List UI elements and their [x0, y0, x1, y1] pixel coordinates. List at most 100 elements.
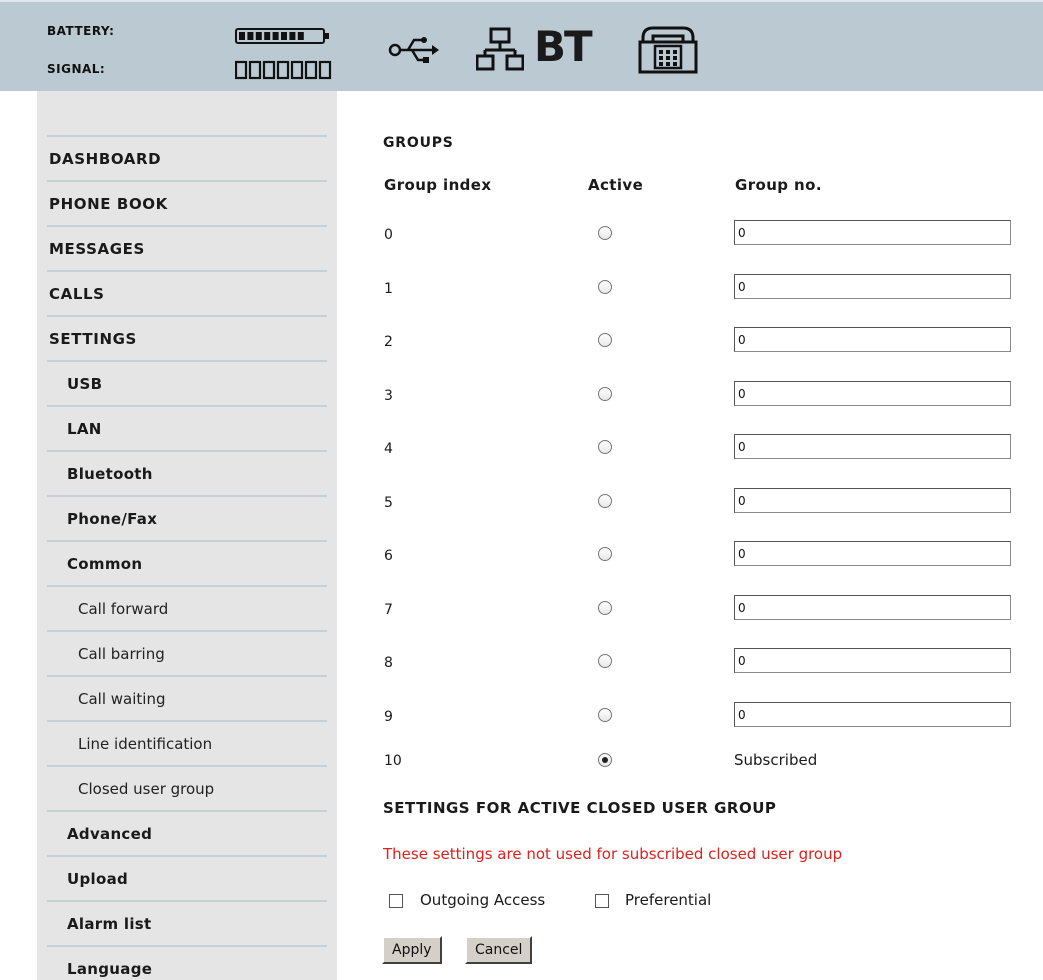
- sidebar-item-settings[interactable]: SETTINGS: [47, 315, 327, 360]
- top-status-bar: BATTERY: SIGNAL: BT: [0, 0, 1043, 91]
- sidebar-item-messages[interactable]: MESSAGES: [47, 225, 327, 270]
- active-radio-9[interactable]: [598, 708, 612, 722]
- section-title: SETTINGS FOR ACTIVE CLOSED USER GROUP: [383, 799, 777, 817]
- group-no-field-9[interactable]: [734, 702, 1011, 727]
- signal-bar: [318, 60, 332, 80]
- group-no-field-3[interactable]: [734, 381, 1011, 406]
- group-index-3: 3: [384, 388, 393, 404]
- group-no-field-7[interactable]: [734, 595, 1011, 620]
- sidebar-item-common[interactable]: Common: [47, 540, 327, 585]
- active-radio-10[interactable]: [598, 753, 612, 767]
- sidebar-item-label: Common: [67, 554, 143, 573]
- closed-user-group-panel: GROUPS Group index Active Group no. 0 1 2 3…: [337, 91, 1043, 980]
- group-no-field-2[interactable]: [734, 327, 1011, 352]
- group-no-header: Group no.: [735, 176, 822, 194]
- sidebar-item-bluetooth[interactable]: Bluetooth: [47, 450, 327, 495]
- signal-bar: [290, 60, 304, 80]
- sidebar-item-call-waiting[interactable]: Call waiting: [47, 675, 327, 720]
- signal-strength-icon: [235, 60, 332, 80]
- group-index-header: Group index: [384, 176, 492, 194]
- group-index-6: 6: [384, 548, 393, 564]
- group-index-10: 10: [384, 753, 402, 769]
- sidebar-item-label: Closed user group: [78, 779, 215, 798]
- active-radio-4[interactable]: [598, 440, 612, 454]
- cancel-button[interactable]: Cancel: [465, 936, 533, 964]
- warning-text: These settings are not used for subscrib…: [383, 845, 843, 863]
- sidebar-item-label: Phone/Fax: [67, 509, 158, 528]
- active-radio-5[interactable]: [598, 494, 612, 508]
- phone-fax-icon: [638, 26, 698, 74]
- group-index-5: 5: [384, 495, 393, 511]
- sidebar-nav: DASHBOARD PHONE BOOK MESSAGES CALLS SETTINGS…: [37, 91, 337, 980]
- sidebar-item-label: USB: [67, 374, 103, 393]
- sidebar-item-label: Alarm list: [67, 914, 152, 933]
- subscribed-text: Subscribed: [734, 751, 818, 769]
- sidebar-item-label: SETTINGS: [49, 329, 137, 348]
- group-index-4: 4: [384, 441, 393, 457]
- outgoing-access-checkbox[interactable]: [389, 894, 403, 908]
- signal-bar: [276, 60, 290, 80]
- signal-bar: [248, 60, 262, 80]
- battery-segment: [239, 32, 245, 40]
- group-index-8: 8: [384, 655, 393, 671]
- groups-title: GROUPS: [383, 135, 454, 151]
- sidebar-item-label: Language: [67, 959, 153, 978]
- group-no-field-5[interactable]: [734, 488, 1011, 513]
- active-radio-7[interactable]: [598, 601, 612, 615]
- outgoing-access-label: Outgoing Access: [420, 891, 546, 909]
- signal-bar: [262, 60, 276, 80]
- sidebar-item-closed-user-group[interactable]: Closed user group: [47, 765, 327, 810]
- sidebar-item-label: Advanced: [67, 824, 153, 843]
- battery-segment: [281, 32, 287, 40]
- group-index-1: 1: [384, 281, 393, 297]
- sidebar-item-upload[interactable]: Upload: [47, 855, 327, 900]
- group-index-9: 9: [384, 709, 393, 725]
- sidebar-item-dashboard[interactable]: DASHBOARD: [47, 135, 327, 180]
- sidebar-item-label: Call barring: [78, 644, 165, 663]
- battery-icon: [235, 28, 329, 44]
- active-radio-3[interactable]: [598, 387, 612, 401]
- signal-bar: [235, 60, 248, 80]
- sidebar-item-phone-fax[interactable]: Phone/Fax: [47, 495, 327, 540]
- sidebar-item-call-forward[interactable]: Call forward: [47, 585, 327, 630]
- battery-segment: [255, 32, 262, 40]
- sidebar-item-advanced[interactable]: Advanced: [47, 810, 327, 855]
- sidebar-item-label: CALLS: [49, 284, 105, 303]
- active-radio-1[interactable]: [598, 280, 612, 294]
- sidebar-item-phone-book[interactable]: PHONE BOOK: [47, 180, 327, 225]
- group-no-field-6[interactable]: [734, 541, 1011, 566]
- sidebar-item-lan[interactable]: LAN: [47, 405, 327, 450]
- battery-segment: [272, 32, 279, 40]
- battery-label: BATTERY:: [47, 24, 115, 38]
- sidebar-item-usb[interactable]: USB: [47, 360, 327, 405]
- sidebar-item-label: MESSAGES: [49, 239, 145, 258]
- signal-bar: [304, 60, 318, 80]
- battery-segment: [289, 32, 296, 40]
- sidebar-item-label: Bluetooth: [67, 464, 153, 483]
- group-index-0: 0: [384, 227, 393, 243]
- sidebar-item-language[interactable]: Language: [47, 945, 327, 980]
- sidebar-item-calls[interactable]: CALLS: [47, 270, 327, 315]
- active-radio-8[interactable]: [598, 654, 612, 668]
- group-index-2: 2: [384, 334, 393, 350]
- active-radio-0[interactable]: [598, 226, 612, 240]
- sidebar-item-label: LAN: [67, 419, 102, 438]
- sidebar-item-label: Call forward: [78, 599, 169, 618]
- sidebar-item-line-identification[interactable]: Line identification: [47, 720, 327, 765]
- preferential-label: Preferential: [625, 891, 712, 909]
- sidebar-item-call-barring[interactable]: Call barring: [47, 630, 327, 675]
- signal-label: SIGNAL:: [47, 62, 106, 76]
- group-no-field-1[interactable]: [734, 274, 1011, 299]
- apply-button[interactable]: Apply: [382, 936, 442, 964]
- sidebar-item-label: PHONE BOOK: [49, 194, 168, 213]
- sidebar-item-alarm-list[interactable]: Alarm list: [47, 900, 327, 945]
- bluetooth-icon: BT: [534, 22, 593, 71]
- lan-icon: [476, 27, 524, 71]
- sidebar-item-label: Call waiting: [78, 689, 166, 708]
- preferential-checkbox[interactable]: [595, 894, 609, 908]
- active-radio-2[interactable]: [598, 333, 612, 347]
- group-no-field-4[interactable]: [734, 434, 1011, 459]
- active-radio-6[interactable]: [598, 547, 612, 561]
- group-no-field-8[interactable]: [734, 648, 1011, 673]
- group-no-field-0[interactable]: [734, 220, 1011, 245]
